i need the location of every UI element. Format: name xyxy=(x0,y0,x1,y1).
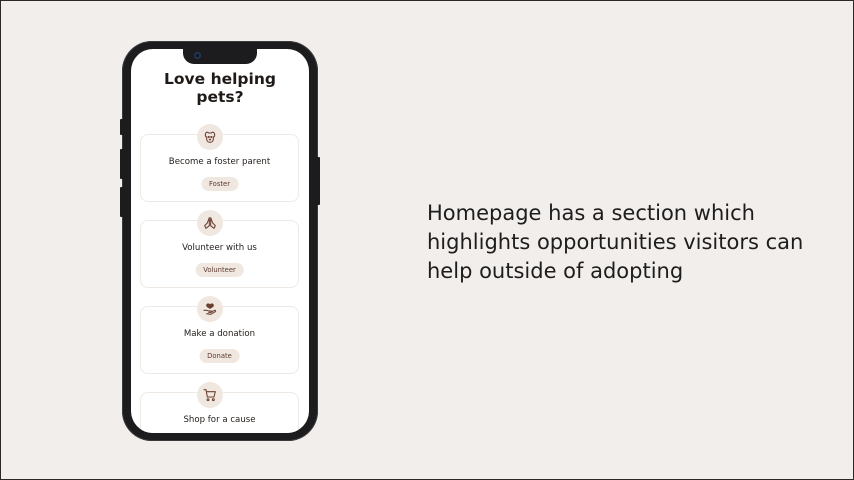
mute-switch xyxy=(120,119,123,135)
section-title-line1: Love helping xyxy=(164,70,276,88)
donate-card-label: Make a donation xyxy=(183,329,256,339)
volunteer-card-label: Volunteer with us xyxy=(182,243,257,253)
volunteer-button[interactable]: Volunteer xyxy=(195,263,244,277)
caption-line2: highlights opportunities visitors can xyxy=(427,230,804,254)
shop-card-label: Shop for a cause xyxy=(183,415,256,425)
foster-button[interactable]: Foster xyxy=(200,177,239,191)
phone-screen: Love helping pets? Become a foster paren… xyxy=(131,49,309,433)
power-button xyxy=(317,157,320,205)
praying-hands-icon xyxy=(197,210,223,236)
foster-card-label: Become a foster parent xyxy=(168,157,271,167)
camera-icon xyxy=(194,52,201,59)
slide: Love helping pets? Become a foster paren… xyxy=(0,0,854,480)
shopping-cart-icon xyxy=(197,382,223,408)
slide-caption: Homepage has a section which highlights … xyxy=(427,199,847,286)
caption-line1: Homepage has a section which xyxy=(427,201,755,225)
phone-mockup: Love helping pets? Become a foster paren… xyxy=(120,41,320,441)
dog-face-icon xyxy=(197,124,223,150)
notch xyxy=(183,49,257,64)
volume-down-button xyxy=(120,187,123,217)
section-title-line2: pets? xyxy=(196,88,244,106)
donate-button[interactable]: Donate xyxy=(199,349,240,363)
hand-heart-icon xyxy=(197,296,223,322)
caption-line3: help outside of adopting xyxy=(427,259,684,283)
volume-up-button xyxy=(120,149,123,179)
section-title: Love helping pets? xyxy=(131,70,309,106)
